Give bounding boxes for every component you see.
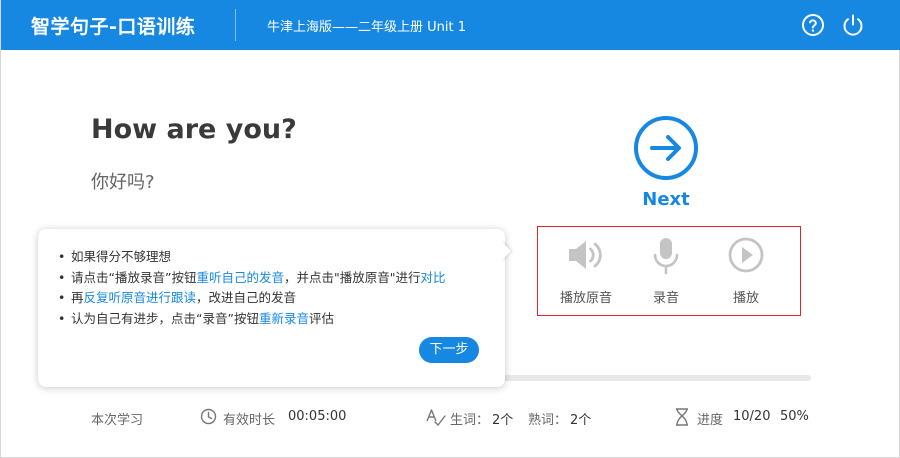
tip-text: ，改进自己的发音: [196, 290, 297, 305]
tips-list: 如果得分不够理想 请点击“播放录音”按钮重听自己的发音，并点击"播放原音"进行对…: [58, 247, 445, 329]
tip-item: 再反复听原音进行跟读，改进自己的发音: [58, 288, 445, 309]
power-icon[interactable]: [841, 13, 865, 37]
tip-item: 认为自己有进步，点击“录音”按钮重新录音评估: [58, 309, 445, 330]
record-button[interactable]: 录音: [626, 227, 706, 315]
header-bar: 智学句子-口语训练 牛津上海版——二年级上册 Unit 1: [1, 0, 900, 50]
popover-arrow: [501, 241, 511, 261]
tip-text: 认为自己有进步，点击“录音”按钮: [71, 310, 259, 326]
tip-highlight: 反复听原音进行跟读: [83, 290, 197, 305]
help-circle-icon[interactable]: [801, 13, 825, 37]
tip-highlight: 重新录音: [258, 310, 309, 326]
book-title: 牛津上海版——二年级上册 Unit 1: [267, 20, 466, 35]
sentence-english: How are you?: [91, 114, 297, 145]
microphone-icon: [653, 238, 679, 275]
app-window: 智学句子-口语训练 牛津上海版——二年级上册 Unit 1 How are yo…: [0, 0, 900, 458]
tip-item: 请点击“播放录音”按钮重听自己的发音，并点击"播放原音"进行对比: [58, 268, 445, 289]
play-original-button[interactable]: 播放原音: [546, 227, 626, 315]
next-button-label[interactable]: Next: [642, 189, 690, 210]
spell-check-icon: [426, 409, 446, 426]
new-words-label: 生词：: [450, 413, 490, 428]
tip-text: 再: [71, 290, 84, 305]
play-recording-button[interactable]: 播放: [706, 227, 786, 315]
tip-text: 评估: [308, 310, 334, 326]
clock-icon: [200, 408, 217, 425]
speaker-icon: [569, 241, 602, 269]
hourglass-icon: [676, 408, 688, 426]
tip-text: 请点击“播放录音”按钮: [71, 269, 197, 285]
app-title: 智学句子-口语训练: [31, 16, 196, 38]
new-words-value: 2个: [492, 413, 514, 428]
progress-percent: 50%: [780, 409, 809, 424]
tip-text: 如果得分不够理想: [71, 249, 172, 264]
study-stats-footer: 本次学习 有效时长 00:05:00 生词： 2个 熟词： 2个 进度 10/2…: [1, 400, 900, 434]
duration-value: 00:05:00: [288, 409, 347, 424]
next-step-button[interactable]: 下一步: [419, 337, 479, 363]
play-original-label: 播放原音: [559, 291, 612, 306]
header-divider: [235, 9, 236, 41]
known-words-label: 熟词：: [528, 413, 568, 428]
tip-item: 如果得分不够理想: [58, 247, 445, 268]
audio-controls-panel: 播放原音 录音 播放: [537, 226, 801, 316]
known-words-value: 2个: [570, 413, 592, 428]
record-label: 录音: [652, 291, 679, 306]
duration-label: 有效时长: [223, 413, 276, 428]
tip-text: ，并点击"播放原音"进行: [283, 269, 421, 285]
play-circle-icon: [728, 237, 764, 273]
sentence-chinese: 你好吗?: [91, 172, 155, 193]
tip-highlight: 重听自己的发音: [196, 269, 284, 285]
tips-popover: 如果得分不够理想 请点击“播放录音”按钮重听自己的发音，并点击"播放原音"进行对…: [38, 229, 505, 387]
tip-highlight: 对比: [420, 269, 446, 285]
progress-label: 进度: [697, 413, 724, 428]
progress-count: 10/20: [733, 409, 771, 424]
play-label: 播放: [732, 291, 759, 306]
study-label: 本次学习: [91, 413, 144, 428]
arrow-right-circle-icon[interactable]: [633, 115, 699, 181]
